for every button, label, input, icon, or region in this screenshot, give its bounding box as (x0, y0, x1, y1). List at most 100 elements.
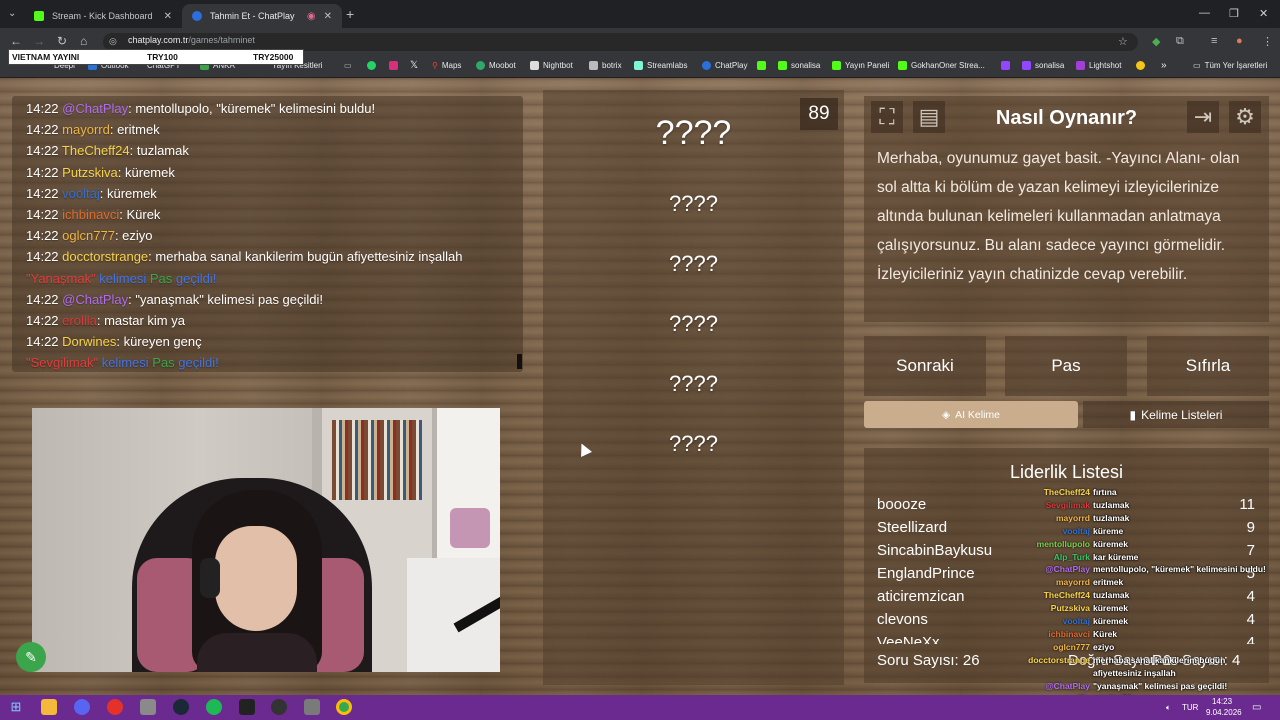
overlay-chat-user: docctorstrange (1028, 654, 1090, 665)
chat-username[interactable]: docctorstrange (62, 249, 148, 264)
tab-kick-dashboard[interactable]: Stream - Kick Dashboard ✕ (24, 4, 182, 28)
overlay-chat-message: küremek (1093, 603, 1128, 614)
bookmark-chatplay[interactable]: ChatPlay (702, 61, 747, 70)
chrome-icon[interactable] (336, 699, 352, 715)
obs-icon[interactable] (271, 699, 287, 715)
chat-scrollbar[interactable] (517, 354, 522, 369)
extensions-icon[interactable]: ⧉ (1176, 35, 1184, 48)
kick-bookmark-icon[interactable] (757, 61, 766, 70)
chat-time: 14:22 (26, 313, 63, 328)
bookmark-nightbot[interactable]: Nightbot (530, 61, 573, 70)
new-tab-icon[interactable]: + (346, 6, 354, 22)
bookmark-label: Lightshot (1089, 61, 1122, 70)
profile-avatar-icon[interactable]: ● (1236, 35, 1243, 47)
chat-message: 14:22 mayorrd: eritmek (26, 122, 160, 137)
extension-shield-icon[interactable]: ◆ (1152, 35, 1160, 48)
robot-icon: ◈ (941, 408, 951, 421)
x-icon[interactable]: 𝕏 (410, 60, 418, 71)
chat-username[interactable]: mayorrd (62, 122, 110, 137)
chat-username[interactable]: erollla (62, 313, 97, 328)
more-bookmarks-icon[interactable]: » (1161, 60, 1167, 71)
volume-icon[interactable]: 🔈︎ (1166, 703, 1171, 713)
app-icon[interactable] (140, 699, 156, 715)
epic-games-icon[interactable] (239, 699, 255, 715)
chat-username[interactable]: @ChatPlay (62, 292, 128, 307)
bookmark-label: Maps (441, 61, 462, 70)
back-icon[interactable]: ← (10, 34, 22, 48)
overlay-chat-message: "yanaşmak" kelimesi pas geçildi! (1093, 680, 1228, 691)
discord-icon[interactable] (74, 699, 90, 715)
language-indicator[interactable]: TUR (1182, 703, 1198, 712)
tab-ai-word[interactable]: ◈ AI Kelime (864, 401, 1078, 428)
bookmark-sonalisa[interactable]: sonalisa (778, 61, 820, 70)
webcam-headset (200, 558, 220, 598)
bookmark-gokhanoner[interactable]: GokhanOner Strea... (898, 61, 985, 70)
chat-username[interactable]: vooltaj (62, 186, 100, 201)
bookmark-botrix[interactable]: botrix (589, 61, 622, 70)
bookmark-yayin-paneli[interactable]: Yayın Paneli (832, 61, 889, 70)
whatsapp-icon[interactable] (367, 61, 376, 70)
leaderboard-score: 4 (1246, 634, 1255, 644)
pass-button[interactable]: Pas (1005, 336, 1127, 396)
bookmark-maps[interactable]: ⚲ Maps (432, 61, 461, 70)
reload-icon[interactable]: ↻ (57, 34, 67, 48)
chat-username[interactable]: oglcn777 (62, 228, 115, 243)
bookmark-sonalisa-twitch[interactable]: sonalisa (1022, 61, 1064, 70)
instagram-icon[interactable] (389, 61, 398, 70)
leaderboard-score: 9 (1246, 519, 1255, 536)
media-icon[interactable]: ≡ (1211, 35, 1217, 47)
leaderboard-name: EnglandPrince (877, 565, 975, 582)
opera-icon[interactable] (107, 699, 123, 715)
chat-message: 14:22 oglcn777: eziyo (26, 228, 153, 243)
overlay-left-label: VIETNAM YAYINI (12, 52, 80, 62)
chat-time: 14:22 (26, 185, 63, 201)
tab-word-lists[interactable]: ▮ Kelime Listeleri (1083, 401, 1269, 428)
chat-text: : "yanaşmak" kelimesi pas geçildi! (128, 291, 324, 307)
bookmark-streamlabs[interactable]: Streamlabs (634, 61, 687, 70)
tab-search-icon[interactable]: ⌄ (8, 8, 16, 19)
emoji-bookmark-icon[interactable] (1136, 61, 1145, 70)
chat-username[interactable]: TheCheff24 (62, 143, 130, 158)
close-window-icon[interactable]: ✕ (1259, 7, 1268, 20)
menu-kebab-icon[interactable]: ⋮ (1262, 35, 1273, 48)
clock-time[interactable]: 14:23 (1212, 697, 1232, 706)
app2-icon[interactable] (304, 699, 320, 715)
chat-message: 14:22 vooltaj: küremek (26, 186, 157, 201)
home-icon[interactable]: ⌂ (80, 34, 87, 48)
chat-username[interactable]: ichbinavci (62, 207, 119, 222)
close-tab-icon[interactable]: ✕ (324, 11, 332, 22)
file-explorer-icon[interactable] (41, 699, 57, 715)
url-text[interactable]: chatplay.com.tr/games/tahminet (128, 35, 255, 45)
pass-notice-part: "Yanaşmak" (26, 270, 96, 286)
chat-username[interactable]: @ChatPlay (62, 101, 128, 116)
windows-start-icon[interactable]: ⊞ (8, 699, 24, 715)
chat-username[interactable]: Dorwines (62, 334, 116, 349)
bookmark-moobot[interactable]: Moobot (476, 61, 516, 70)
chat-username[interactable]: Putzskiva (62, 165, 118, 180)
clock-date[interactable]: 9.04.2026 (1206, 708, 1242, 717)
bookmark-star-icon[interactable]: ☆ (1118, 35, 1128, 48)
next-button[interactable]: Sonraki (864, 336, 986, 396)
notification-icon[interactable]: ▭ (1252, 702, 1261, 713)
minimize-icon[interactable]: — (1199, 7, 1210, 19)
twitch-bookmark-icon[interactable] (1001, 61, 1010, 70)
site-info-icon[interactable]: ◎ (109, 36, 117, 47)
maximize-icon[interactable]: ❐ (1229, 7, 1239, 20)
reset-button[interactable]: Sıfırla (1147, 336, 1269, 396)
chatplay-favicon-icon (192, 11, 202, 21)
steam-icon[interactable] (173, 699, 189, 715)
spotify-icon[interactable] (206, 699, 222, 715)
leaderboard-name: clevons (877, 611, 928, 628)
folder-icon[interactable]: ▭ (344, 61, 352, 70)
close-tab-icon[interactable]: ✕ (164, 11, 172, 22)
chat-text: : tuzlamak (129, 143, 189, 159)
bookmark-lightshot[interactable]: Lightshot (1076, 61, 1121, 70)
edit-pencil-icon[interactable]: ✎ (16, 642, 46, 672)
forward-icon[interactable]: → (33, 34, 45, 48)
bookmark-all[interactable]: ▭ Tüm Yer İşaretleri (1193, 61, 1267, 70)
chat-message: 14:22 TheCheff24: tuzlamak (26, 143, 189, 158)
bookmark-label: sonalisa (1035, 61, 1065, 70)
pass-notice-part: Pas (148, 355, 175, 371)
tab-chatplay[interactable]: Tahmin Et - ChatPlay ◉ ✕ (182, 4, 342, 28)
overlay-chat-user: Alp_Turk (1053, 551, 1090, 562)
